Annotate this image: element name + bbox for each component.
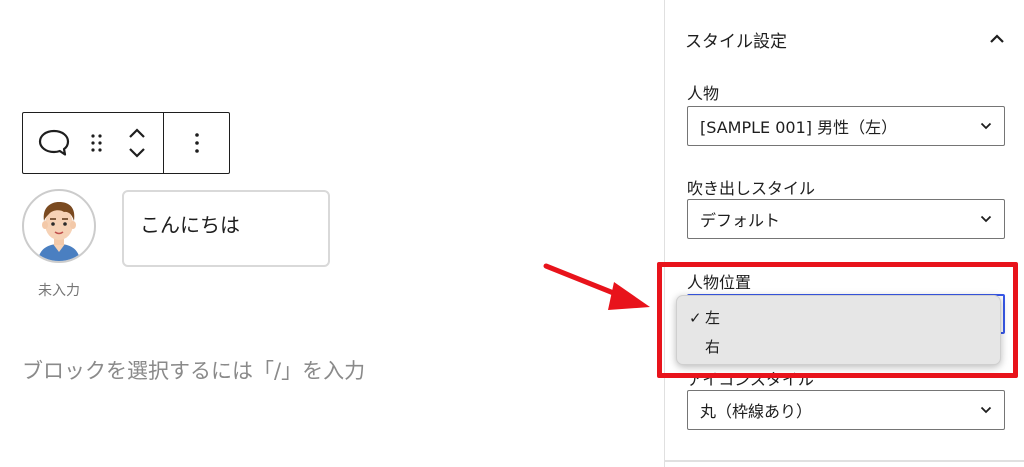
speech-bubble-icon bbox=[38, 129, 69, 156]
annotation-arrow bbox=[543, 263, 650, 310]
more-vertical-icon bbox=[194, 133, 199, 153]
speech-bubble[interactable]: こんにちは bbox=[122, 190, 330, 267]
person-position-label: 人物位置 bbox=[687, 273, 752, 292]
move-up-down-icon bbox=[128, 128, 145, 158]
chevron-down-icon bbox=[980, 122, 992, 130]
person-position-dropdown: ✓ 左 右 bbox=[676, 295, 1001, 365]
option-left[interactable]: ✓ 左 bbox=[689, 307, 720, 328]
bubble-style-label: 吹き出しスタイル bbox=[687, 179, 816, 198]
chevron-up-icon[interactable] bbox=[989, 34, 1005, 44]
block-toolbar-main bbox=[23, 113, 164, 173]
person-label: 人物 bbox=[687, 84, 720, 103]
block-type-button[interactable] bbox=[23, 113, 85, 173]
icon-style-label: アイコンスタイル bbox=[687, 370, 814, 389]
avatar-caption: 未入力 bbox=[38, 283, 80, 299]
chevron-down-icon bbox=[980, 215, 992, 223]
settings-sidebar: スタイル設定 人物 [SAMPLE 001] 男性（左） 吹き出しスタイル デフ… bbox=[664, 0, 1024, 467]
move-up-down-button[interactable] bbox=[110, 113, 163, 173]
panel-divider bbox=[665, 460, 1024, 462]
panel-header[interactable]: スタイル設定 bbox=[685, 27, 1005, 52]
icon-style-select-value: 丸（枠線あり） bbox=[700, 402, 813, 421]
drag-handle-button[interactable] bbox=[85, 113, 111, 173]
bubble-style-select-value: デフォルト bbox=[700, 211, 781, 230]
avatar[interactable] bbox=[22, 189, 96, 263]
editor-canvas: 未入力 こんにちは ブロックを選択するには「/」を入力 スタイル設定 人物 [S… bbox=[0, 0, 1024, 467]
person-select-value: [SAMPLE 001] 男性（左） bbox=[700, 118, 898, 137]
panel-title: スタイル設定 bbox=[685, 31, 787, 52]
checkmark-icon: ✓ bbox=[689, 308, 702, 327]
option-right[interactable]: 右 bbox=[689, 336, 720, 357]
block-placeholder[interactable]: ブロックを選択するには「/」を入力 bbox=[22, 355, 365, 385]
speech-bubble-text[interactable]: こんにちは bbox=[140, 213, 240, 237]
option-right-label: 右 bbox=[705, 338, 721, 356]
block-toolbar bbox=[22, 112, 230, 174]
bubble-style-select[interactable]: デフォルト bbox=[687, 199, 1005, 239]
icon-style-select[interactable]: 丸（枠線あり） bbox=[687, 390, 1005, 430]
drag-handle-icon bbox=[91, 134, 103, 152]
man-avatar-icon bbox=[38, 202, 80, 261]
chevron-down-icon bbox=[980, 406, 992, 414]
person-select[interactable]: [SAMPLE 001] 男性（左） bbox=[687, 106, 1005, 146]
option-left-label: 左 bbox=[705, 309, 721, 327]
more-options-button[interactable] bbox=[164, 113, 229, 173]
